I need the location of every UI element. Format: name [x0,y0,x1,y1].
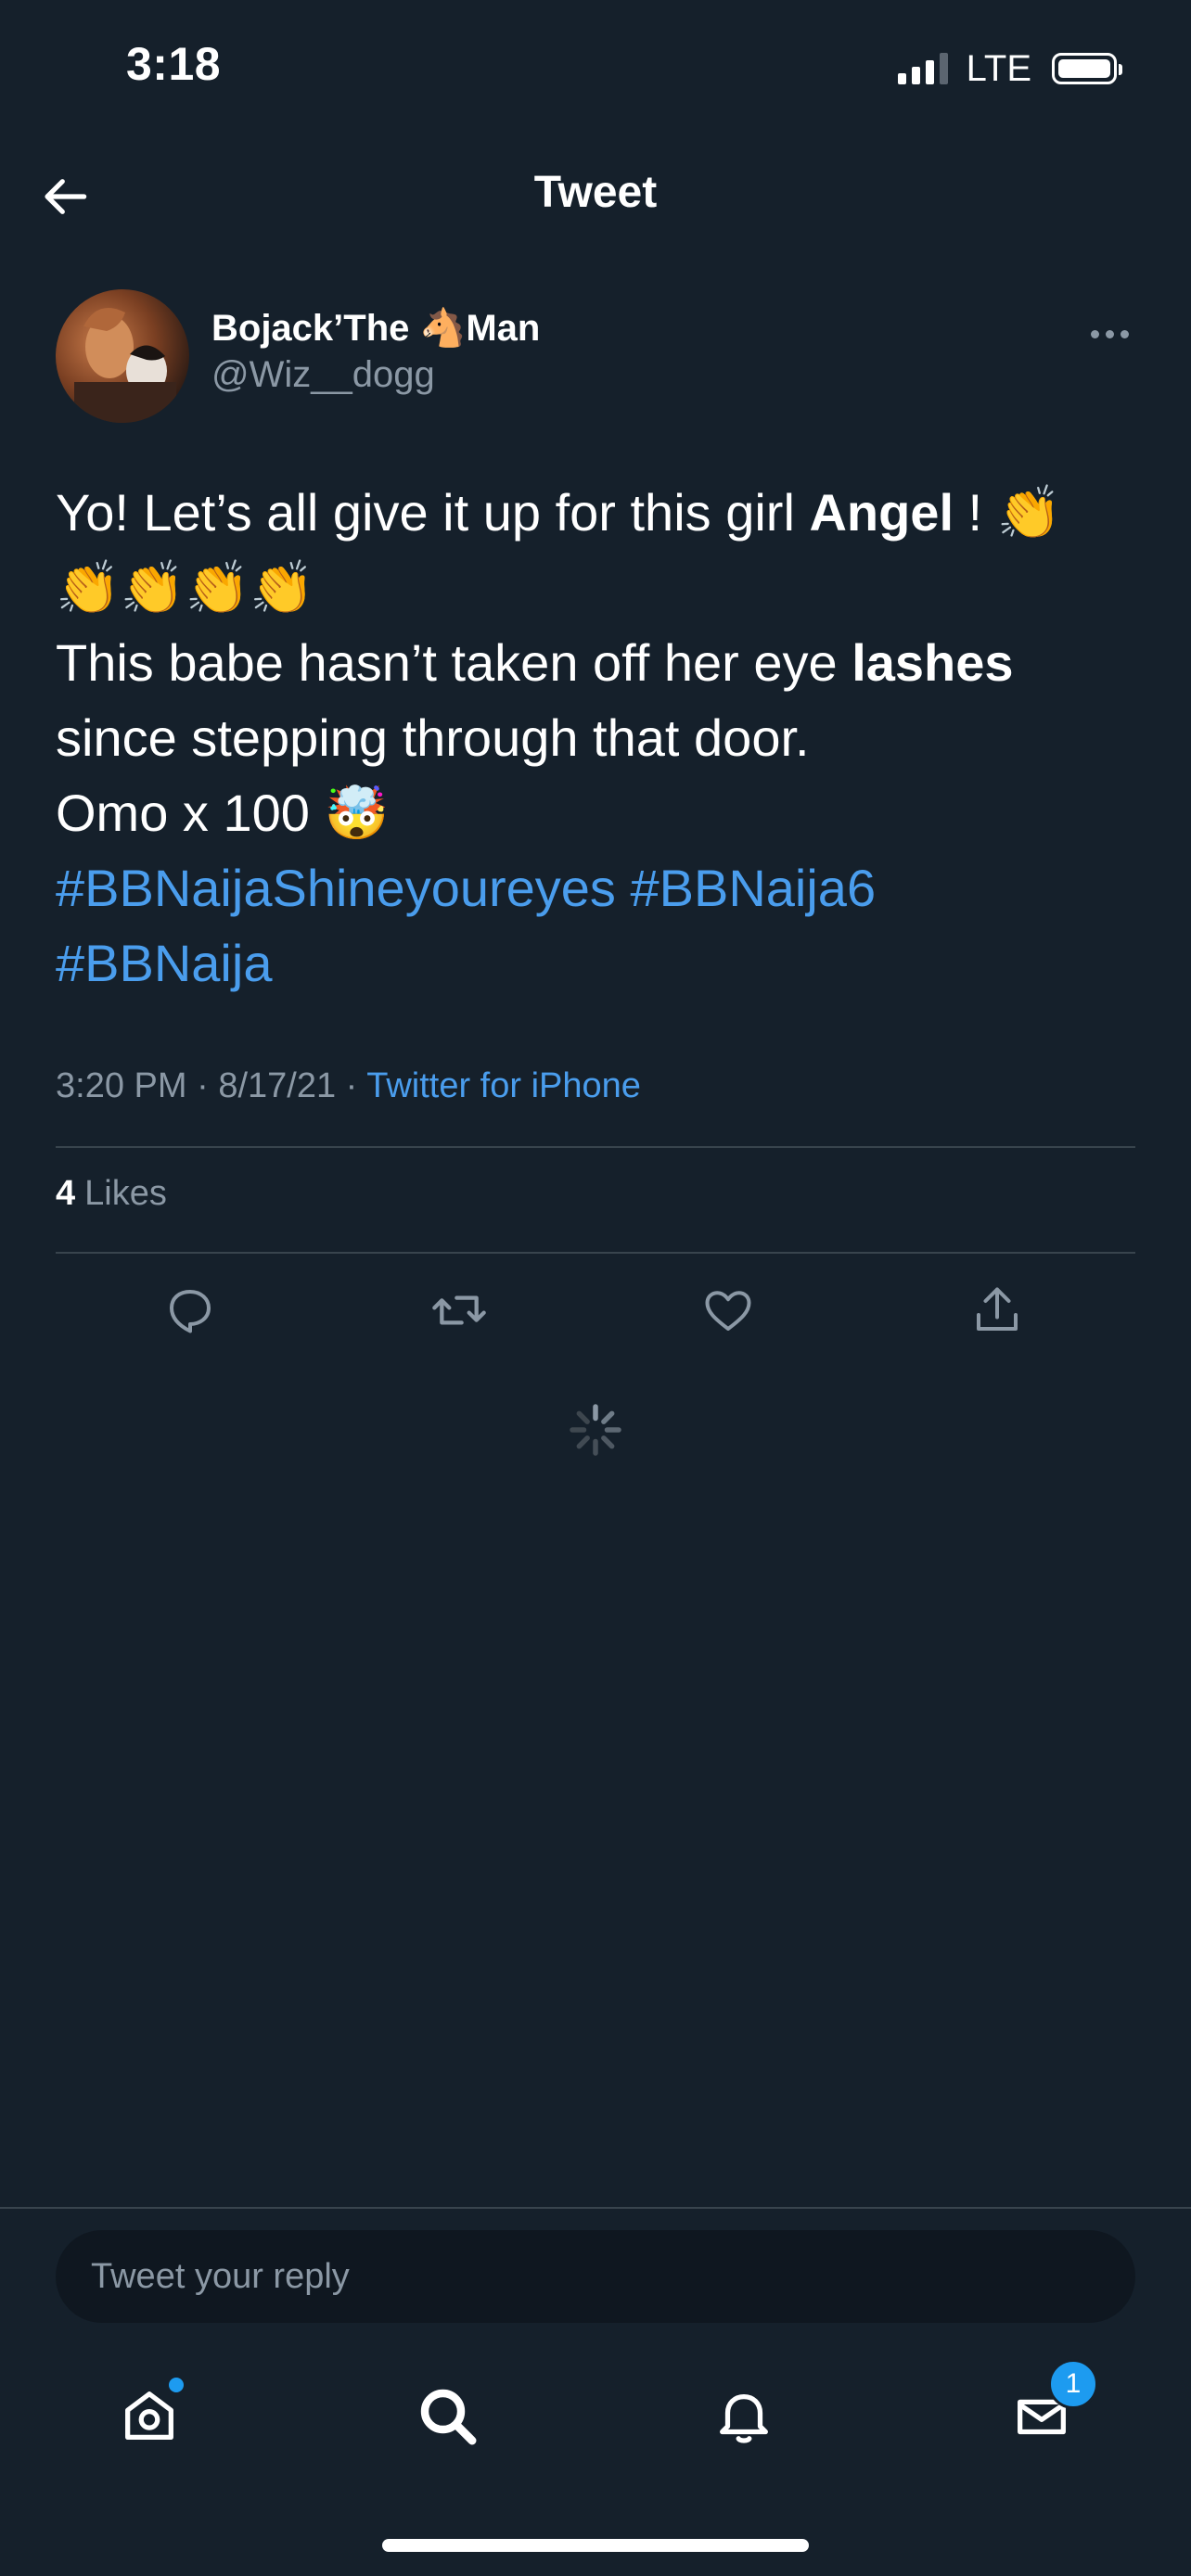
author-name[interactable]: Bojack’The 🐴Man [211,306,540,350]
horse-emoji: 🐴 [419,308,467,349]
loading-spinner-icon [568,1402,623,1458]
page-title: Tweet [533,168,658,217]
network-label: LTE [966,47,1031,89]
divider [56,1252,1135,1254]
tweet-line: This babe hasn’t taken off her eye lashe… [56,633,1014,692]
tweet-line: since stepping through that door. [56,708,810,767]
tweet-text: Yo! Let’s all give it up for this girl A… [56,475,1141,1001]
share-button[interactable] [955,1269,1039,1352]
battery-icon [1052,53,1122,84]
status-indicators: LTE [897,46,1122,91]
status-bar: 3:18 LTE [0,0,1191,139]
home-icon [125,2391,173,2440]
tab-notifications[interactable] [693,2365,795,2467]
notifications-icon [720,2393,768,2443]
tweet-line: Yo! Let’s all give it up for this girl A… [56,483,1062,542]
reply-box[interactable] [56,2230,1135,2323]
author-handle[interactable]: @Wiz__dogg [211,354,435,396]
hashtag-link[interactable]: #BBNaija [56,934,272,992]
tweet-date: 8/17/21 [218,1066,337,1105]
likes-link[interactable]: 4 Likes [56,1174,167,1214]
search-icon [420,2389,477,2445]
tab-bar: 1 [0,2359,1191,2467]
tweet-line: 👏👏👏👏 [56,558,314,617]
likes-count: 4 [56,1174,76,1213]
tab-home[interactable] [98,2365,200,2467]
reply-input[interactable] [89,2255,1135,2298]
avatar[interactable] [56,289,189,423]
divider [0,2207,1191,2209]
reply-icon [170,1290,211,1333]
retweet-button[interactable] [417,1269,501,1352]
share-icon [977,1287,1018,1331]
signal-icon [897,53,948,84]
tweet-time: 3:20 PM [56,1066,187,1105]
tweet-line: Omo x 100 🤯 [56,784,390,842]
tweet-line: #BBNaija [56,925,1141,1001]
likes-label: Likes [84,1174,167,1213]
tweet-source-link[interactable]: Twitter for iPhone [366,1066,641,1105]
like-icon [705,1291,751,1331]
tweet-meta: 3:20 PM · 8/17/21 · Twitter for iPhone [56,1066,641,1105]
tab-messages[interactable]: 1 [991,2359,1098,2467]
hashtag-link[interactable]: #BBNaija6 [630,859,876,917]
divider [56,1146,1135,1148]
messages-badge: 1 [1048,2359,1098,2409]
like-button[interactable] [686,1269,770,1352]
header: Tweet [0,148,1191,241]
tweet-actions [56,1269,1135,1352]
bold-name: Angel [809,483,954,542]
home-indicator[interactable] [382,2539,809,2552]
avatar-image [74,308,176,423]
reply-button[interactable] [148,1269,232,1352]
retweet-icon [432,1295,486,1325]
tab-search[interactable] [396,2365,498,2467]
more-options-icon[interactable] [1080,315,1139,352]
tweet-line: #BBNaijaShineyoureyes #BBNaija6 [56,850,1141,925]
status-time: 3:18 [126,38,222,90]
hashtag-link[interactable]: #BBNaijaShineyoureyes [56,859,616,917]
bold-word: lashes [852,633,1014,692]
home-badge [169,2378,184,2392]
